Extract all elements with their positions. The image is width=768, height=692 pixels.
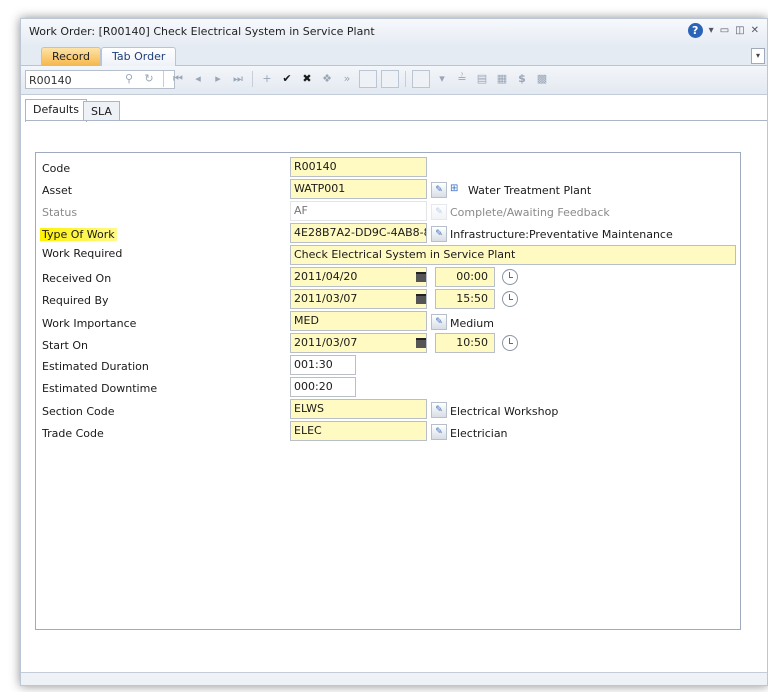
copy-icon[interactable]: ❖: [319, 70, 335, 88]
lookup-icon[interactable]: ✎: [431, 182, 447, 198]
pencil-icon[interactable]: ≟: [454, 70, 470, 88]
excel-icon[interactable]: ▩: [534, 70, 550, 88]
estimated-duration-field[interactable]: 001:30: [290, 355, 356, 375]
toolbar-separator: [252, 71, 253, 87]
document-icon[interactable]: [359, 70, 377, 88]
last-record-icon[interactable]: ⏭: [230, 70, 246, 88]
code-field[interactable]: R00140: [290, 157, 427, 177]
toolbar-separator: [163, 71, 164, 87]
asset-label: Asset: [42, 184, 73, 197]
first-record-icon[interactable]: ⏮: [170, 70, 186, 88]
asset-description: Water Treatment Plant: [468, 184, 592, 197]
tab-defaults[interactable]: Defaults: [25, 99, 87, 122]
lookup-icon[interactable]: ✎: [431, 402, 447, 418]
section-code-description: Electrical Workshop: [450, 405, 559, 418]
window-icon[interactable]: [381, 70, 399, 88]
tab-record[interactable]: Record: [41, 47, 102, 66]
toolbar-separator: [405, 71, 406, 87]
export-icon[interactable]: ▦: [494, 70, 510, 88]
toolbar: R00140 ⚲ ↻ ⏮ ◂ ▸ ⏭ + ✔ ✖ ❖ » ▾ ≟ ▤ ▦ $ ▩: [21, 66, 767, 95]
start-on-label: Start On: [42, 339, 88, 352]
trade-code-field[interactable]: ELEC: [290, 421, 427, 441]
asset-tree-icon: ⊞: [450, 183, 459, 194]
work-order-window: Work Order: [R00140] Check Electrical Sy…: [20, 18, 768, 686]
ribbon-tabs: Record Tab Order ▾: [21, 45, 767, 66]
refresh-icon[interactable]: ↻: [141, 70, 157, 88]
status-bar: [21, 672, 767, 685]
title-bar: Work Order: [R00140] Check Electrical Sy…: [21, 19, 767, 45]
close-icon[interactable]: ✕: [751, 23, 759, 38]
status-label: Status: [42, 206, 78, 219]
type-of-work-field[interactable]: 4E28B7A2-DD9C-4AB8-8: [290, 223, 427, 243]
required-by-date-field[interactable]: 2011/03/07: [290, 289, 427, 309]
type-of-work-description: Infrastructure:Preventative Maintenance: [450, 228, 673, 241]
tab-tab-order[interactable]: Tab Order: [101, 47, 177, 66]
previous-record-icon[interactable]: ◂: [190, 70, 206, 88]
defaults-panel: Code R00140 Asset WATP001 ✎ ⊞ Water Trea…: [35, 152, 741, 630]
section-code-label: Section Code: [42, 405, 115, 418]
estimated-downtime-field[interactable]: 000:20: [290, 377, 356, 397]
required-by-label: Required By: [42, 294, 109, 307]
lookup-icon[interactable]: ✎: [431, 314, 447, 330]
received-on-date-field[interactable]: 2011/04/20: [290, 267, 427, 287]
lookup-icon[interactable]: ✎: [431, 226, 447, 242]
trade-code-description: Electrician: [450, 427, 508, 440]
clock-icon[interactable]: [502, 335, 518, 351]
calendar-icon[interactable]: [416, 272, 426, 282]
status-field: AF: [290, 201, 427, 221]
phone-icon[interactable]: [412, 70, 430, 88]
save-check-icon[interactable]: ✔: [279, 70, 295, 88]
restore-icon[interactable]: ◫: [735, 23, 744, 38]
asset-field[interactable]: WATP001: [290, 179, 427, 199]
trade-code-label: Trade Code: [42, 427, 104, 440]
lookup-icon[interactable]: ✎: [431, 424, 447, 440]
window-title: Work Order: [R00140] Check Electrical Sy…: [29, 25, 375, 38]
collapse-ribbon-icon[interactable]: ▾: [751, 48, 765, 64]
estimated-duration-label: Estimated Duration: [42, 360, 149, 373]
required-by-time-field[interactable]: 15:50: [435, 289, 495, 309]
code-label: Code: [42, 162, 71, 175]
minimize-icon[interactable]: ▭: [720, 23, 729, 38]
estimated-downtime-label: Estimated Downtime: [42, 382, 158, 395]
work-required-label: Work Required: [42, 247, 123, 260]
section-code-field[interactable]: ELWS: [290, 399, 427, 419]
type-of-work-label: Type Of Work: [40, 228, 117, 241]
help-icon[interactable]: ?: [687, 23, 703, 38]
add-icon[interactable]: +: [259, 70, 275, 88]
clock-icon[interactable]: [502, 291, 518, 307]
next-record-icon[interactable]: ▸: [210, 70, 226, 88]
clock-icon[interactable]: [502, 269, 518, 285]
calendar-icon[interactable]: [416, 294, 426, 304]
tab-divider: [25, 120, 767, 121]
work-importance-description: Medium: [450, 317, 494, 330]
calendar-icon[interactable]: [416, 338, 426, 348]
cancel-x-icon[interactable]: ✖: [299, 70, 315, 88]
report-icon[interactable]: ▤: [474, 70, 490, 88]
received-on-time-field[interactable]: 00:00: [435, 267, 495, 287]
work-importance-label: Work Importance: [42, 317, 137, 330]
toolbar-buttons: ⚲ ↻ ⏮ ◂ ▸ ⏭ + ✔ ✖ ❖ » ▾ ≟ ▤ ▦ $ ▩: [121, 70, 550, 88]
menu-dropdown-icon[interactable]: ▾: [434, 70, 450, 88]
received-on-label: Received On: [42, 272, 112, 285]
tab-sla[interactable]: SLA: [83, 101, 120, 120]
work-required-field[interactable]: Check Electrical System in Service Plant: [290, 245, 736, 265]
start-on-time-field[interactable]: 10:50: [435, 333, 495, 353]
search-icon[interactable]: ⚲: [121, 70, 137, 88]
status-description: Complete/Awaiting Feedback: [450, 206, 610, 219]
lookup-icon: ✎: [431, 204, 447, 220]
forward-icon[interactable]: »: [339, 70, 355, 88]
dollar-icon[interactable]: $: [514, 70, 530, 88]
window-controls: ? ▾ ▭ ◫ ✕: [687, 23, 759, 38]
start-on-date-field[interactable]: 2011/03/07: [290, 333, 427, 353]
work-importance-field[interactable]: MED: [290, 311, 427, 331]
dropdown-icon[interactable]: ▾: [709, 23, 714, 38]
